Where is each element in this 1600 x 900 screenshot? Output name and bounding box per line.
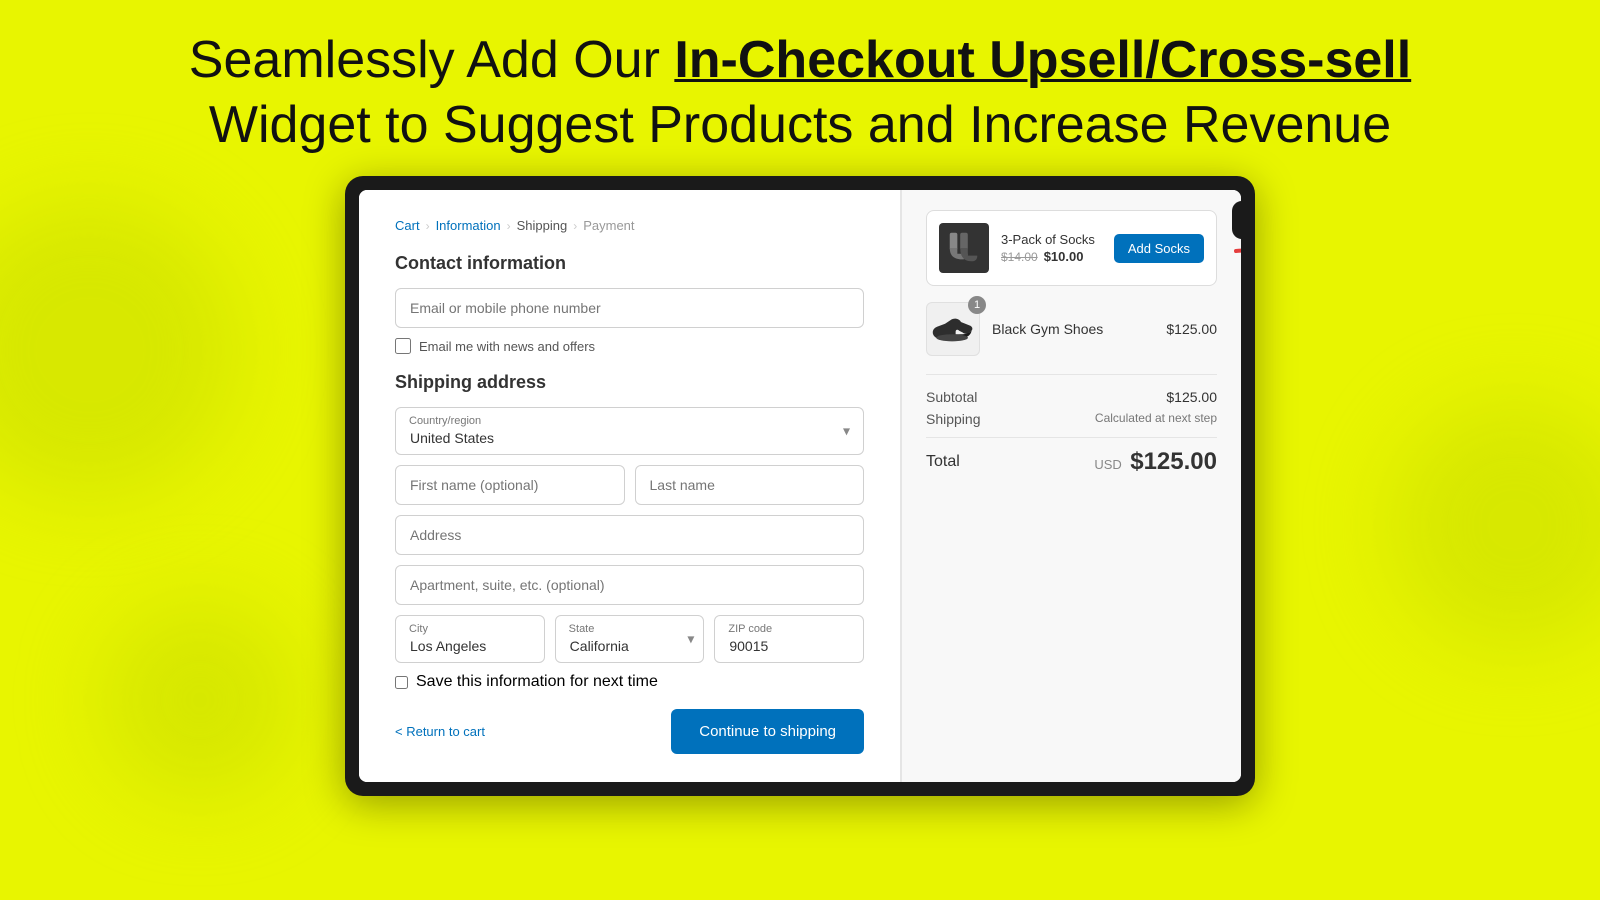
email-offers-checkbox[interactable] (395, 338, 411, 354)
product-price: $125.00 (1166, 321, 1217, 337)
grand-total-label: Total (926, 453, 960, 471)
apt-input[interactable] (395, 565, 864, 605)
breadcrumb-payment: Payment (583, 218, 634, 233)
upsell-original-price: $14.00 (1001, 250, 1038, 264)
checkout-right-panel: 3-Pack of Socks $14.00 $10.00 Add Socks … (901, 190, 1241, 782)
currency-label: USD (1094, 457, 1121, 472)
laptop-frame: Cart › Information › Shipping › Payment … (345, 176, 1255, 796)
product-image-wrap: 1 (926, 302, 980, 356)
state-field-wrap: State California ▾ (555, 615, 705, 663)
add-socks-button[interactable]: Add Socks (1114, 234, 1204, 263)
country-select-wrapper: Country/region United States ▾ (395, 407, 864, 455)
breadcrumb: Cart › Information › Shipping › Payment (395, 218, 864, 233)
checkout-left-panel: Cart › Information › Shipping › Payment … (359, 190, 901, 782)
page-header: Seamlessly Add Our In-Checkout Upsell/Cr… (0, 0, 1600, 176)
city-label: City (409, 623, 428, 635)
zip-label: ZIP code (728, 623, 772, 635)
header-line1-regular: Seamlessly Add Our (189, 31, 675, 89)
header-line2: Widget to Suggest Products and Increase … (209, 96, 1391, 154)
subtotal-row: Subtotal $125.00 (926, 389, 1217, 405)
product-quantity-badge: 1 (968, 296, 986, 314)
subtotal-value: $125.00 (1166, 389, 1217, 405)
save-info-row: Save this information for next time (395, 673, 864, 691)
grand-total-value-wrap: USD $125.00 (1094, 448, 1217, 476)
shipping-value: Calculated at next step (1095, 411, 1217, 427)
return-to-cart-link[interactable]: < Return to cart (395, 724, 485, 739)
laptop-screen: Cart › Information › Shipping › Payment … (359, 190, 1241, 782)
city-field-wrap: City (395, 615, 545, 663)
upsell-sale-price: $10.00 (1044, 249, 1084, 264)
shoe-icon (931, 312, 975, 346)
socks-icon (945, 229, 983, 267)
product-name: Black Gym Shoes (992, 321, 1154, 337)
state-label: State (569, 623, 595, 635)
header-line1-bold: In-Checkout Upsell/Cross-sell (674, 31, 1411, 89)
grand-total-row: Total USD $125.00 (926, 437, 1217, 476)
shipping-section-title: Shipping address (395, 372, 864, 393)
arrow-icon (1226, 241, 1241, 301)
email-input[interactable] (395, 288, 864, 328)
name-row (395, 465, 864, 505)
upsell-card: 3-Pack of Socks $14.00 $10.00 Add Socks … (926, 210, 1217, 286)
order-totals: Subtotal $125.00 Shipping Calculated at … (926, 374, 1217, 476)
address-input[interactable] (395, 515, 864, 555)
city-state-zip-row: City State California ▾ ZIP code (395, 615, 864, 663)
product-row: 1 Black Gym Shoes $125.00 (926, 302, 1217, 356)
last-name-input[interactable] (635, 465, 865, 505)
upsell-product-image (939, 223, 989, 273)
save-info-checkbox[interactable] (395, 676, 408, 689)
grand-total-value: $125.00 (1130, 448, 1217, 475)
upsell-info: 3-Pack of Socks $14.00 $10.00 (1001, 232, 1102, 264)
continue-to-shipping-button[interactable]: Continue to shipping (671, 709, 864, 754)
shipping-row: Shipping Calculated at next step (926, 411, 1217, 427)
upsell-prices: $14.00 $10.00 (1001, 249, 1102, 264)
laptop-wrapper: Cart › Information › Shipping › Payment … (0, 176, 1600, 796)
shipping-label: Shipping (926, 411, 981, 427)
one-click-tooltip: One-Click, Easy Sale (1232, 201, 1241, 239)
breadcrumb-cart[interactable]: Cart (395, 218, 420, 233)
upsell-product-name: 3-Pack of Socks (1001, 232, 1102, 247)
breadcrumb-shipping: Shipping (517, 218, 568, 233)
country-label: Country/region (409, 415, 481, 427)
email-checkbox-row: Email me with news and offers (395, 338, 864, 354)
zip-field-wrap: ZIP code (714, 615, 864, 663)
save-info-label: Save this information for next time (416, 673, 658, 691)
contact-section-title: Contact information (395, 253, 864, 274)
breadcrumb-information[interactable]: Information (436, 218, 501, 233)
first-name-input[interactable] (395, 465, 625, 505)
subtotal-label: Subtotal (926, 389, 977, 405)
email-offers-label: Email me with news and offers (419, 339, 595, 354)
bottom-actions: < Return to cart Continue to shipping (395, 709, 864, 754)
